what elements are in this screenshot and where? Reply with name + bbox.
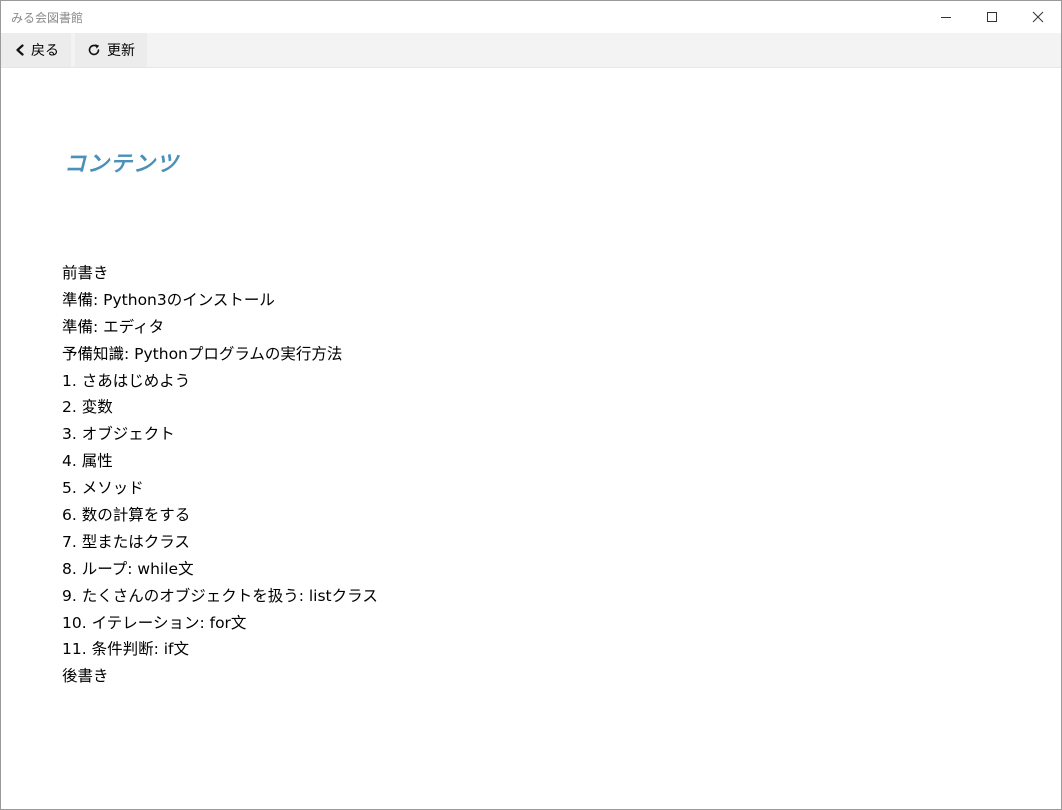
toc-item[interactable]: 6. 数の計算をする <box>62 502 1061 529</box>
refresh-icon <box>87 43 101 57</box>
minimize-button[interactable] <box>923 1 969 33</box>
window-title: みる会図書館 <box>11 10 84 25</box>
toc-item[interactable]: 前書き <box>62 260 1061 287</box>
toc-item[interactable]: 予備知識: Pythonプログラムの実行方法 <box>62 341 1061 368</box>
maximize-icon <box>987 12 997 22</box>
refresh-button-label: 更新 <box>107 43 135 59</box>
close-icon <box>1032 11 1044 23</box>
table-of-contents: 前書き 準備: Python3のインストール 準備: エディタ 予備知識: Py… <box>62 260 1061 690</box>
page-title: コンテンツ <box>64 151 180 177</box>
content-area: コンテンツ 前書き 準備: Python3のインストール 準備: エディタ 予備… <box>1 68 1061 690</box>
toc-item[interactable]: 4. 属性 <box>62 448 1061 475</box>
toc-item[interactable]: 7. 型またはクラス <box>62 529 1061 556</box>
toc-item[interactable]: 10. イテレーション: for文 <box>62 610 1061 637</box>
toc-item[interactable]: 準備: エディタ <box>62 314 1061 341</box>
app-window: みる会図書館 戻る 更新 コンテンツ 前書き 準備: Python3のインストー… <box>0 0 1062 810</box>
toc-item[interactable]: 8. ループ: while文 <box>62 556 1061 583</box>
toc-item[interactable]: 3. オブジェクト <box>62 421 1061 448</box>
back-button-label: 戻る <box>31 43 59 59</box>
toc-item[interactable]: 準備: Python3のインストール <box>62 287 1061 314</box>
toc-item[interactable]: 9. たくさんのオブジェクトを扱う: listクラス <box>62 583 1061 610</box>
toc-item[interactable]: 5. メソッド <box>62 475 1061 502</box>
minimize-icon <box>941 17 951 18</box>
toc-item[interactable]: 2. 変数 <box>62 394 1061 421</box>
toc-item[interactable]: 11. 条件判断: if文 <box>62 636 1061 663</box>
toolbar: 戻る 更新 <box>1 33 1061 68</box>
chevron-left-icon <box>15 44 25 56</box>
toc-item[interactable]: 後書き <box>62 663 1061 690</box>
toc-item[interactable]: 1. さあはじめよう <box>62 368 1061 395</box>
window-controls <box>923 1 1061 33</box>
back-button[interactable]: 戻る <box>1 33 71 67</box>
maximize-button[interactable] <box>969 1 1015 33</box>
title-bar[interactable]: みる会図書館 <box>1 1 1061 33</box>
close-button[interactable] <box>1015 1 1061 33</box>
refresh-button[interactable]: 更新 <box>75 33 147 67</box>
